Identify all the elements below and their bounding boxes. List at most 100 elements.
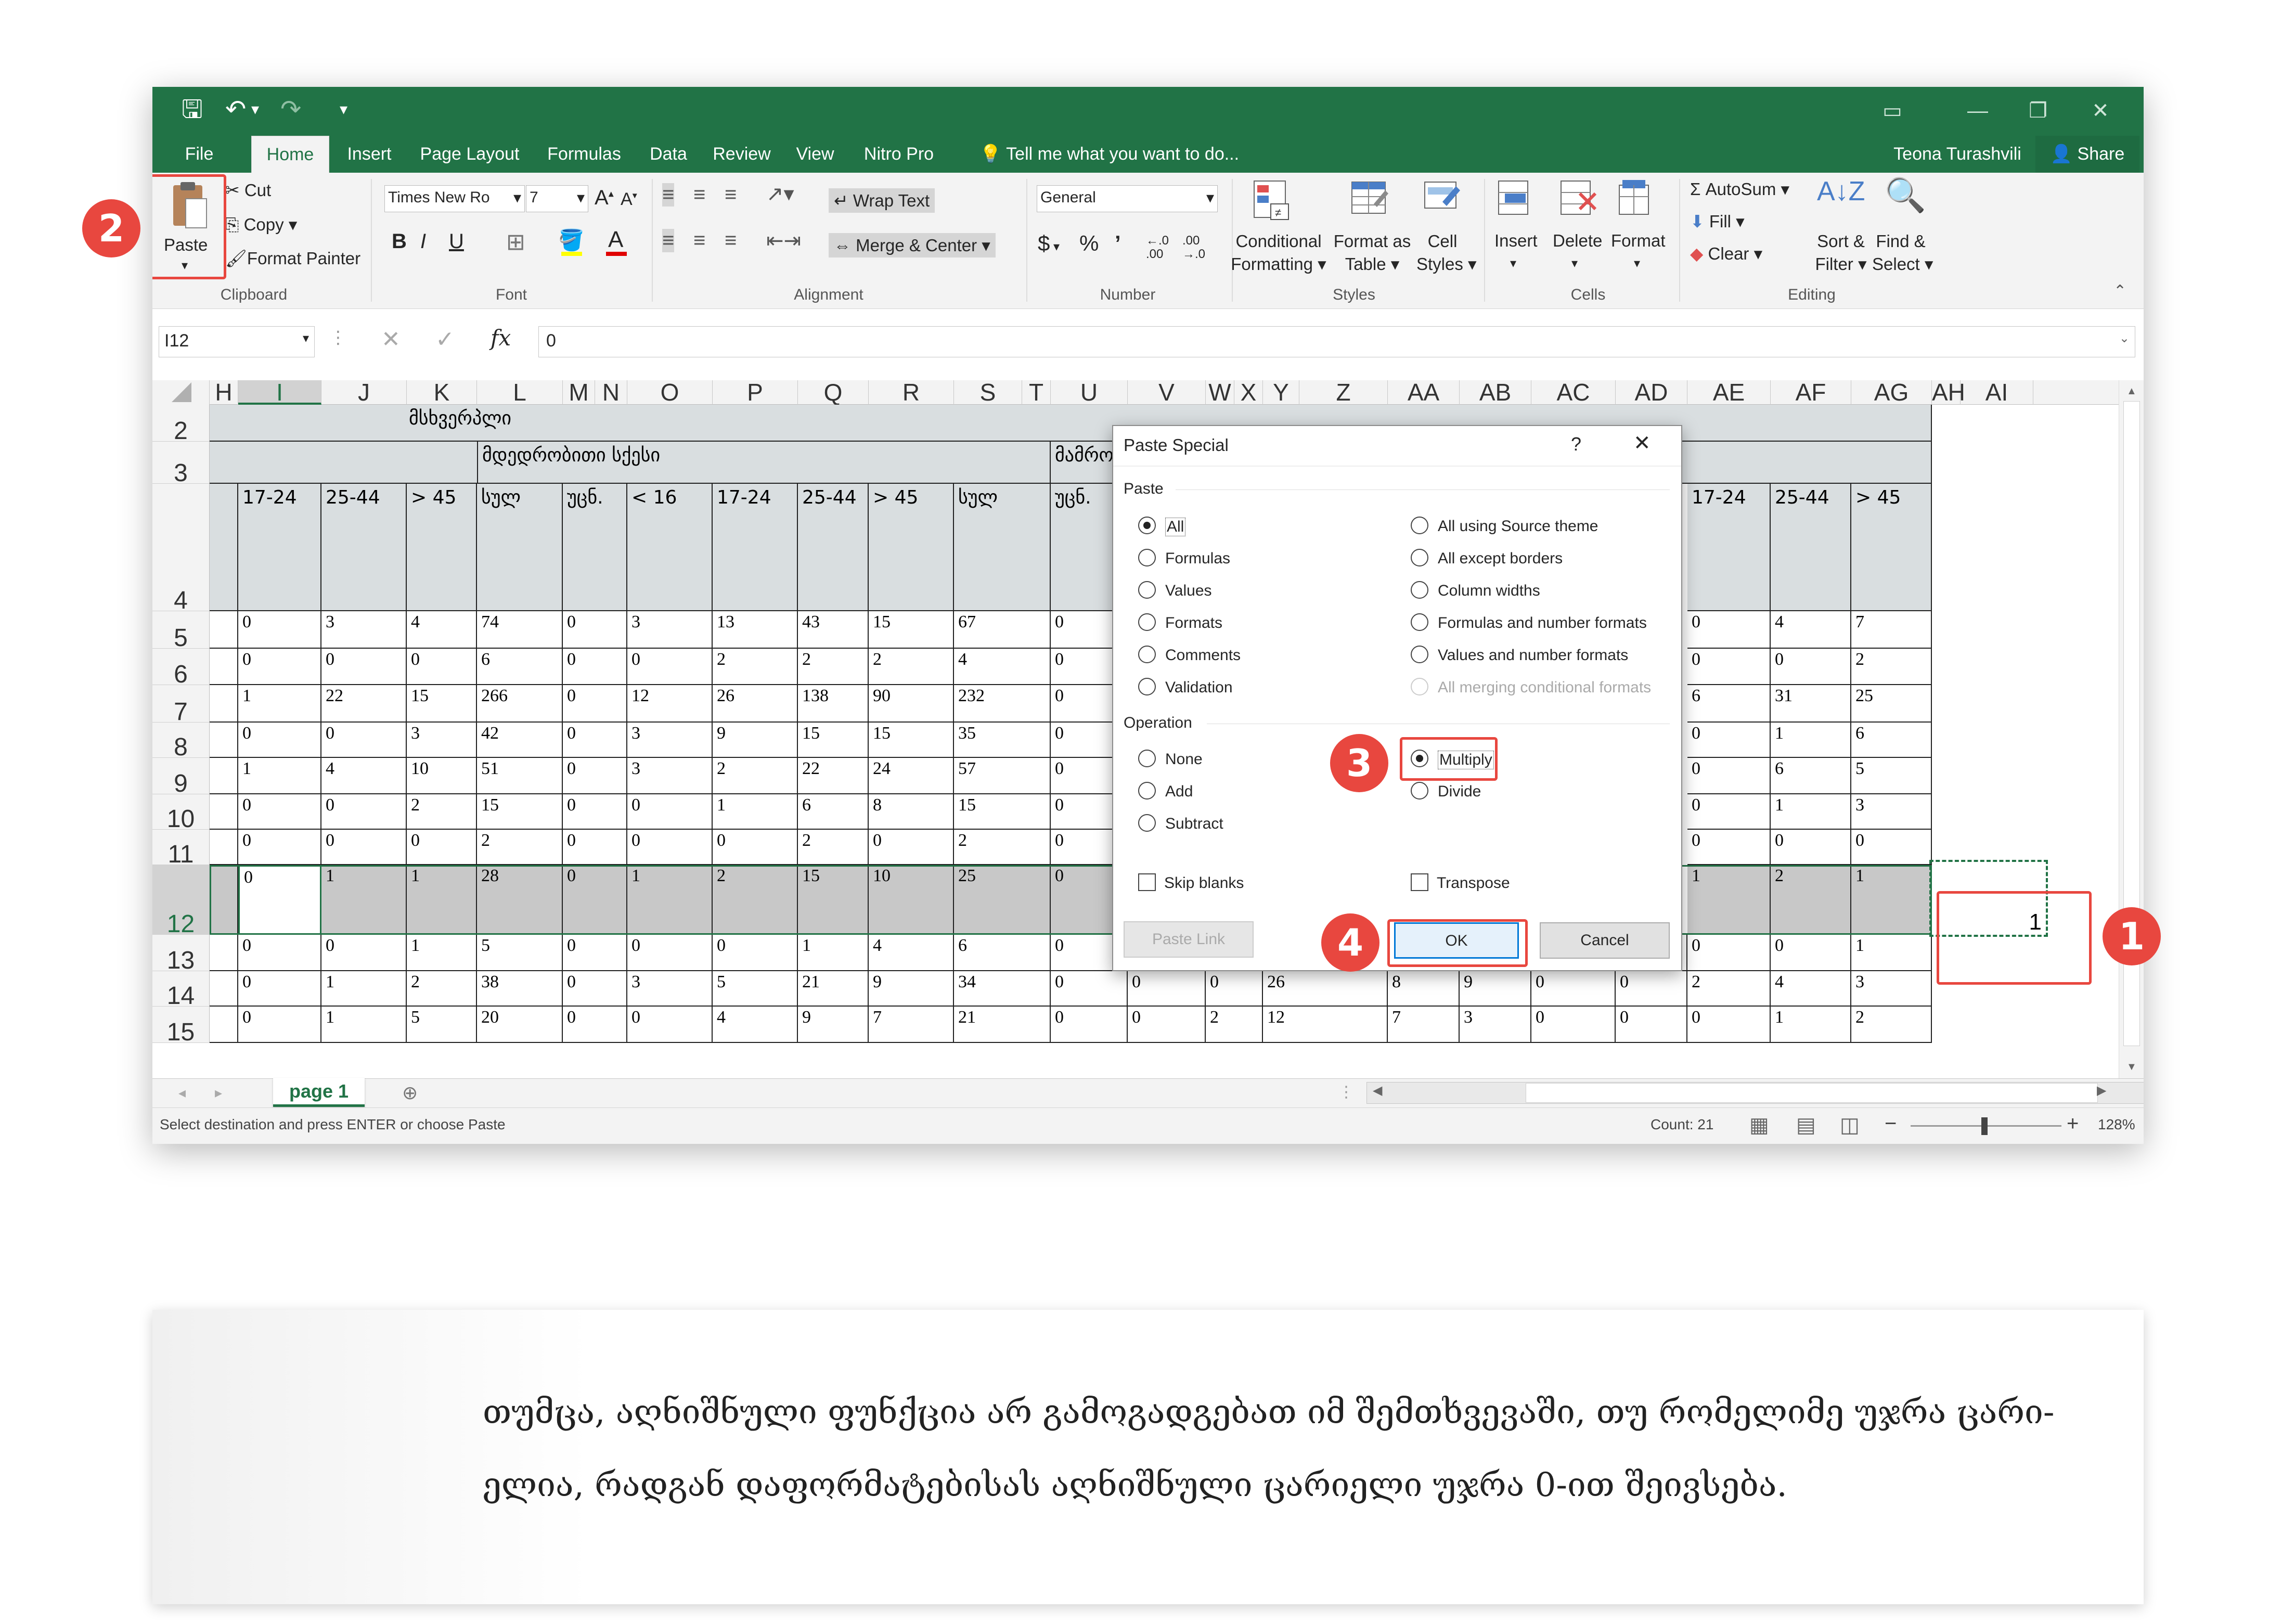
table-cell[interactable]: 15: [954, 794, 1051, 830]
align-right-icon[interactable]: ≡: [725, 229, 737, 252]
row-header-13[interactable]: 13: [152, 935, 210, 974]
sheet-tab-page1[interactable]: page 1: [273, 1078, 365, 1107]
paste-link-button[interactable]: Paste Link: [1124, 921, 1254, 958]
table-cell[interactable]: 0: [1687, 794, 1771, 830]
paste-formats-radio[interactable]: [1138, 613, 1156, 631]
table-cell[interactable]: 0: [627, 1007, 713, 1043]
row-header-7[interactable]: 7: [152, 685, 210, 726]
table-cell[interactable]: 3: [627, 758, 713, 794]
insert-cells-icon[interactable]: [1494, 178, 1536, 225]
table-cell[interactable]: 9: [713, 723, 798, 758]
table-cell[interactable]: 0: [238, 1007, 321, 1043]
column-header-ab[interactable]: AB: [1460, 380, 1531, 405]
page-layout-view-icon[interactable]: ▤: [1796, 1113, 1816, 1137]
table-cell[interactable]: [210, 935, 238, 971]
find-select-button[interactable]: Find & Select ▾: [1872, 230, 1933, 276]
column-header-q[interactable]: Q: [798, 380, 869, 405]
collapse-ribbon-icon[interactable]: ⌃: [2113, 282, 2126, 300]
column-header-u[interactable]: U: [1051, 380, 1128, 405]
table-cell[interactable]: 0: [563, 685, 627, 723]
delete-cells-button[interactable]: Delete: [1553, 231, 1602, 251]
sort-filter-icon[interactable]: A↓Z: [1817, 176, 1865, 207]
column-header-j[interactable]: J: [321, 380, 407, 405]
table-cell[interactable]: 12: [627, 685, 713, 723]
table-cell[interactable]: 38: [477, 971, 563, 1007]
table-cell[interactable]: 7: [1851, 611, 1932, 649]
table-cell[interactable]: 3: [1851, 794, 1932, 830]
table-cell[interactable]: 0: [627, 649, 713, 685]
table-cell[interactable]: 0: [563, 830, 627, 865]
table-cell[interactable]: 0: [1531, 1007, 1616, 1043]
table-cell[interactable]: 232: [954, 685, 1051, 723]
column-header-ag[interactable]: AG: [1851, 380, 1932, 405]
table-cell[interactable]: 13: [713, 611, 798, 649]
column-header-y[interactable]: Y: [1263, 380, 1299, 405]
row-header-11[interactable]: 11: [152, 830, 210, 868]
font-name-select[interactable]: Times New Ro ▾: [384, 185, 525, 212]
table-cell[interactable]: 0: [238, 865, 321, 935]
wrap-text-button[interactable]: ↵ Wrap Text: [829, 188, 935, 213]
row-header-15[interactable]: 15: [152, 1007, 210, 1046]
table-cell[interactable]: 31: [1771, 685, 1851, 723]
column-header-o[interactable]: O: [627, 380, 713, 405]
table-cell[interactable]: 0: [1687, 935, 1771, 971]
merge-center-button[interactable]: ⇔ Merge & Center ▾: [829, 233, 996, 257]
header-cell-row4[interactable]: [210, 484, 238, 611]
table-cell[interactable]: 12: [1263, 1007, 1388, 1043]
table-cell[interactable]: 0: [563, 758, 627, 794]
table-cell[interactable]: 0: [1051, 1007, 1128, 1043]
undo-icon[interactable]: ↶: [225, 94, 246, 125]
minimize-icon[interactable]: —: [1954, 95, 2001, 126]
tab-view[interactable]: View: [789, 136, 841, 173]
delete-dropdown-icon[interactable]: ▾: [1571, 256, 1578, 271]
table-cell[interactable]: [210, 685, 238, 723]
row-header-8[interactable]: 8: [152, 723, 210, 761]
table-cell[interactable]: 25: [954, 865, 1051, 935]
sort-filter-button[interactable]: Sort & Filter ▾: [1815, 230, 1867, 276]
table-cell[interactable]: 266: [477, 685, 563, 723]
row-header-5[interactable]: 5: [152, 611, 210, 652]
table-cell[interactable]: 26: [1263, 971, 1388, 1007]
table-cell[interactable]: 1: [1851, 865, 1932, 935]
paste-right-1-radio[interactable]: [1411, 549, 1428, 566]
table-cell[interactable]: 6: [1851, 723, 1932, 758]
header-cell-row4[interactable]: > 45: [407, 484, 477, 611]
insert-dropdown-icon[interactable]: ▾: [1510, 256, 1516, 271]
table-cell[interactable]: 74: [477, 611, 563, 649]
table-cell[interactable]: 3: [627, 723, 713, 758]
table-cell[interactable]: 1: [407, 935, 477, 971]
column-header-ae[interactable]: AE: [1687, 380, 1771, 405]
help-button[interactable]: ?: [1571, 433, 1581, 455]
next-sheet-icon[interactable]: ▸: [215, 1084, 222, 1101]
tab-insert[interactable]: Insert: [341, 136, 398, 173]
table-cell[interactable]: 0: [1206, 971, 1263, 1007]
column-header-r[interactable]: R: [869, 380, 954, 405]
table-cell[interactable]: 7: [1388, 1007, 1460, 1043]
table-cell[interactable]: 0: [1687, 830, 1771, 865]
table-cell[interactable]: [210, 611, 238, 649]
table-cell[interactable]: 22: [321, 685, 407, 723]
table-cell[interactable]: 90: [869, 685, 954, 723]
vertical-scrollbar[interactable]: ▲ ▼: [2119, 380, 2144, 1078]
header-cell-row4[interactable]: > 45: [869, 484, 954, 611]
zoom-slider-thumb[interactable]: [1981, 1117, 1988, 1135]
table-cell[interactable]: 1: [1771, 1007, 1851, 1043]
find-icon[interactable]: 🔍: [1885, 176, 1926, 215]
table-cell[interactable]: 7: [869, 1007, 954, 1043]
delete-cells-icon[interactable]: [1557, 178, 1598, 225]
table-cell[interactable]: 3: [1851, 971, 1932, 1007]
formula-input[interactable]: 0 ⌄: [538, 326, 2135, 357]
table-cell[interactable]: 1: [321, 865, 407, 935]
table-cell[interactable]: 2: [477, 830, 563, 865]
column-header-ai[interactable]: AI: [1961, 380, 2033, 405]
confirm-entry-icon[interactable]: ✓: [435, 326, 455, 353]
table-cell[interactable]: 0: [563, 723, 627, 758]
table-cell[interactable]: 3: [321, 611, 407, 649]
table-cell[interactable]: 0: [713, 935, 798, 971]
table-cell[interactable]: 25: [1851, 685, 1932, 723]
cancel-entry-icon[interactable]: ✕: [381, 326, 401, 353]
column-header-ad[interactable]: AD: [1616, 380, 1687, 405]
header-cell-row4[interactable]: 17-24: [1687, 484, 1771, 611]
table-cell[interactable]: 9: [1460, 971, 1531, 1007]
table-cell[interactable]: 0: [627, 935, 713, 971]
